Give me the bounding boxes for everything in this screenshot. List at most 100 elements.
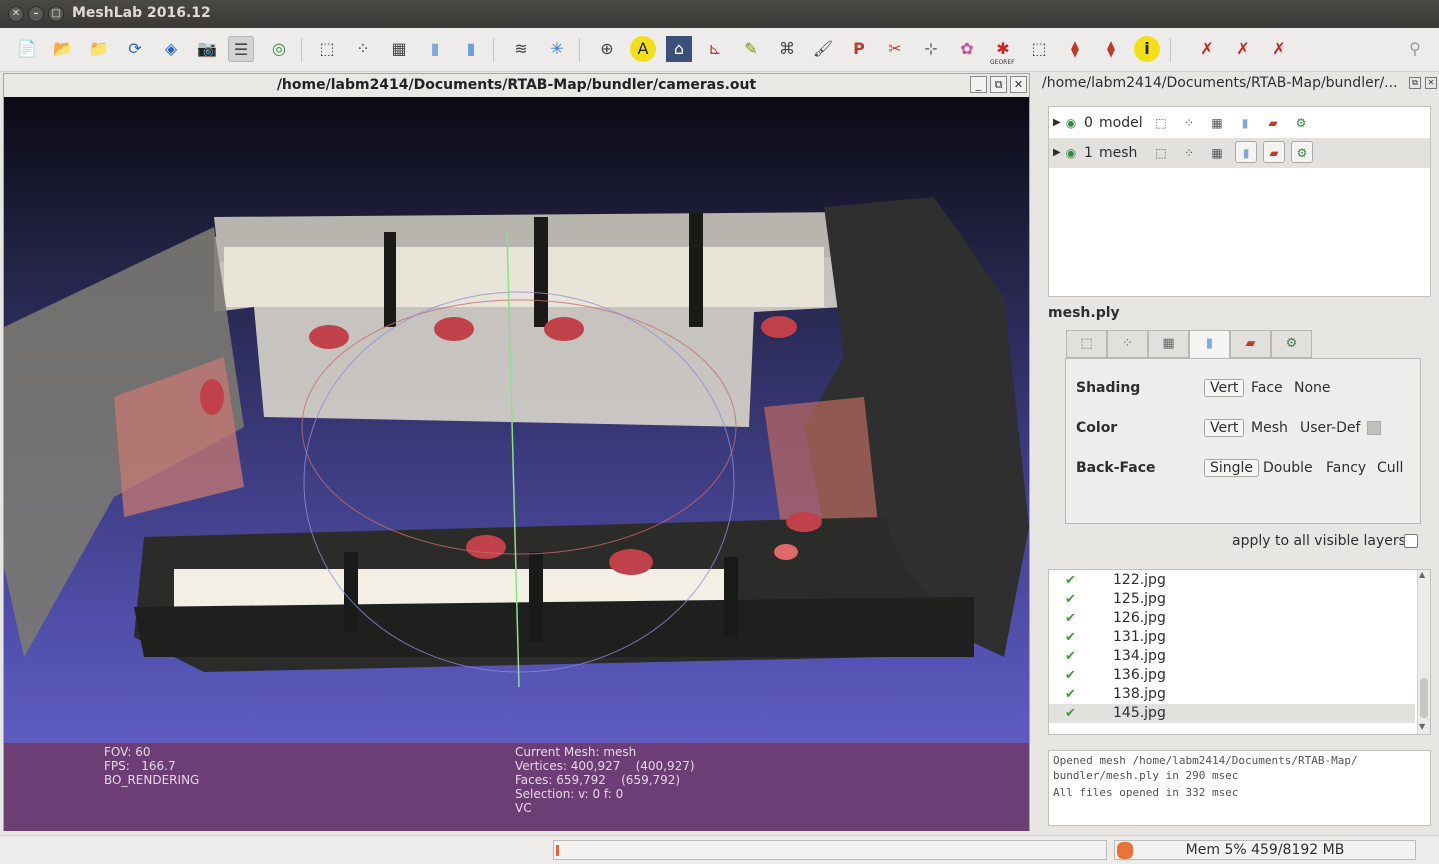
delete-vert-icon[interactable]: ✗ — [1194, 36, 1220, 62]
select-area-icon[interactable]: ⬚ — [1026, 36, 1052, 62]
bbox-icon[interactable]: ⬚ — [1153, 115, 1169, 131]
shading-none-option[interactable]: None — [1294, 380, 1331, 396]
image-list: ✔ 122.jpg ✔ 125.jpg ✔ 126.jpg ✔ 131.jpg ✔ 134… — [1048, 569, 1431, 735]
visible-eye-icon[interactable]: ◉ — [1063, 115, 1079, 131]
list-item[interactable]: ✔ 134.jpg — [1049, 647, 1415, 666]
progress-bar — [553, 840, 1107, 860]
chair — [309, 325, 349, 349]
museum-icon[interactable]: ⌂ — [666, 36, 692, 62]
chair — [466, 535, 506, 559]
maximize-window-button[interactable]: □ — [48, 6, 64, 22]
shading-face-option[interactable]: Face — [1251, 380, 1283, 396]
list-item[interactable]: ✔ 126.jpg — [1049, 609, 1415, 628]
select-vertex-icon[interactable]: ✂ — [882, 36, 908, 62]
settings-icon[interactable]: ⚙ — [1291, 141, 1313, 163]
tab-points[interactable]: ⁘ — [1107, 330, 1148, 358]
select-face-icon[interactable]: ⊹ — [918, 36, 944, 62]
list-item[interactable]: ✔ 122.jpg — [1049, 571, 1415, 590]
points-icon[interactable]: ⁘ — [1181, 145, 1197, 161]
smooth-icon[interactable]: ▮ — [458, 36, 484, 62]
doc-minimize-button[interactable]: _ — [970, 76, 987, 93]
minimize-window-button[interactable]: – — [28, 6, 44, 22]
wireframe-icon[interactable]: ▦ — [386, 36, 412, 62]
tab-settings[interactable]: ⚙ — [1271, 330, 1312, 358]
annotate-icon[interactable]: A — [630, 36, 656, 62]
visible-eye-icon[interactable]: ◉ — [1063, 145, 1079, 161]
info-icon[interactable]: i — [1134, 36, 1160, 62]
settings-icon[interactable]: ⚙ — [1293, 115, 1309, 131]
texture-icon[interactable]: ▰ — [1265, 115, 1281, 131]
flat-icon[interactable]: ▮ — [422, 36, 448, 62]
snapshot-align-icon[interactable]: ⌘ — [774, 36, 800, 62]
log-line: All files opened in 332 msec — [1053, 786, 1239, 799]
list-item[interactable]: ✔ 131.jpg — [1049, 628, 1415, 647]
vc-text: VC — [515, 801, 532, 815]
backface-double-option[interactable]: Double — [1263, 460, 1313, 476]
bbox-icon[interactable]: ⬚ — [1153, 145, 1169, 161]
color-userdef-option[interactable]: User-Def — [1300, 420, 1360, 436]
new-icon[interactable]: 📄 — [14, 36, 40, 62]
apply-all-checkbox[interactable] — [1404, 534, 1418, 548]
expand-arrow-icon[interactable]: ▶ — [1053, 108, 1061, 138]
trackball-icon[interactable]: ⊕ — [594, 36, 620, 62]
color-swatch[interactable] — [1367, 421, 1381, 435]
backface-cull-option[interactable]: Cull — [1377, 460, 1403, 476]
texture-icon[interactable]: ▰ — [1263, 141, 1285, 163]
chair — [761, 316, 797, 338]
tab-wireframe[interactable]: ▦ — [1148, 330, 1189, 358]
georef-icon[interactable]: ✱ GEOREF — [990, 36, 1016, 66]
list-item[interactable]: ✔ 125.jpg — [1049, 590, 1415, 609]
bbox-icon[interactable]: ⬚ — [314, 36, 340, 62]
tab-fill[interactable]: ▮ — [1189, 330, 1230, 359]
save-icon[interactable]: ◈ — [158, 36, 184, 62]
expand-arrow-icon[interactable]: ▶ — [1053, 138, 1061, 168]
scrollbar-thumb[interactable] — [1420, 678, 1428, 718]
list-item[interactable]: ✔ 145.jpg — [1049, 704, 1415, 723]
shading-vert-option[interactable]: Vert — [1204, 379, 1245, 397]
panel-float-button[interactable]: ⧉ — [1409, 77, 1421, 89]
layers-icon[interactable]: ☰ — [228, 36, 254, 62]
globe-icon[interactable]: ◎ — [266, 36, 292, 62]
flat-icon[interactable]: ▮ — [1237, 115, 1253, 131]
delete-face-icon[interactable]: ✗ — [1230, 36, 1256, 62]
3d-viewport[interactable]: FOV: 60 FPS: 166.7 BO_RENDERING Current … — [4, 97, 1029, 831]
points-icon[interactable]: ⁘ — [350, 36, 376, 62]
color-vert-option[interactable]: Vert — [1204, 419, 1245, 437]
layer-row-model[interactable]: ▶ ◉ 0 model ⬚ ⁘ ▦ ▮ ▰ ⚙ — [1049, 108, 1429, 138]
layer-row-mesh[interactable]: ▶ ◉ 1 mesh ⬚ ⁘ ▦ ▮ ▰ ⚙ — [1049, 138, 1430, 168]
list-item[interactable]: ✔ 136.jpg — [1049, 666, 1415, 685]
backface-fancy-option[interactable]: Fancy — [1326, 460, 1366, 476]
measure-icon[interactable]: ⊾ — [702, 36, 728, 62]
search-icon[interactable]: ⚲ — [1402, 36, 1428, 62]
delete-both-icon[interactable]: ✗ — [1266, 36, 1292, 62]
list-item[interactable]: ✔ 138.jpg — [1049, 685, 1415, 704]
color-mesh-option[interactable]: Mesh — [1251, 420, 1288, 436]
doc-close-button[interactable]: ✕ — [1010, 76, 1027, 93]
paint-icon[interactable]: P — [846, 36, 872, 62]
axis-icon[interactable]: ✳ — [544, 36, 570, 62]
tab-bbox[interactable]: ⬚ — [1066, 330, 1107, 358]
flat-icon[interactable]: ▮ — [1235, 141, 1257, 163]
pick-icon[interactable]: ✎ — [738, 36, 764, 62]
reload-icon[interactable]: ⟳ — [122, 36, 148, 62]
lighting-icon[interactable]: ≋ — [508, 36, 534, 62]
close-window-button[interactable]: ✕ — [8, 6, 24, 22]
color-icon[interactable]: ✿ — [954, 36, 980, 62]
backface-single-option[interactable]: Single — [1204, 459, 1260, 477]
document-title: /home/labm2414/Documents/RTAB-Map/bundle… — [276, 77, 757, 93]
tab-texture[interactable]: ▰ — [1230, 330, 1271, 358]
image-list-scrollbar[interactable]: ▲ ▼ — [1417, 570, 1430, 734]
log-line: Opened mesh /home/labm2414/Documents/RTA… — [1053, 754, 1358, 767]
wireframe-icon[interactable]: ▦ — [1209, 115, 1225, 131]
select-faces-icon[interactable]: ⧫ — [1062, 36, 1088, 62]
panel-close-button[interactable]: ✕ — [1425, 77, 1437, 89]
open-file-icon[interactable]: 📁 — [86, 36, 112, 62]
wireframe-icon[interactable]: ▦ — [1209, 145, 1225, 161]
doc-restore-button[interactable]: ⧉ — [990, 76, 1007, 93]
points-icon[interactable]: ⁘ — [1181, 115, 1197, 131]
layer-dialog: /home/labm2414/Documents/RTAB-Map/bundle… — [1038, 73, 1439, 833]
select-conn-icon[interactable]: ⧫ — [1098, 36, 1124, 62]
snapshot-icon[interactable]: 📷 — [194, 36, 220, 62]
open-project-icon[interactable]: 📂 — [50, 36, 76, 62]
brush-icon[interactable]: 🖌 — [810, 36, 836, 62]
